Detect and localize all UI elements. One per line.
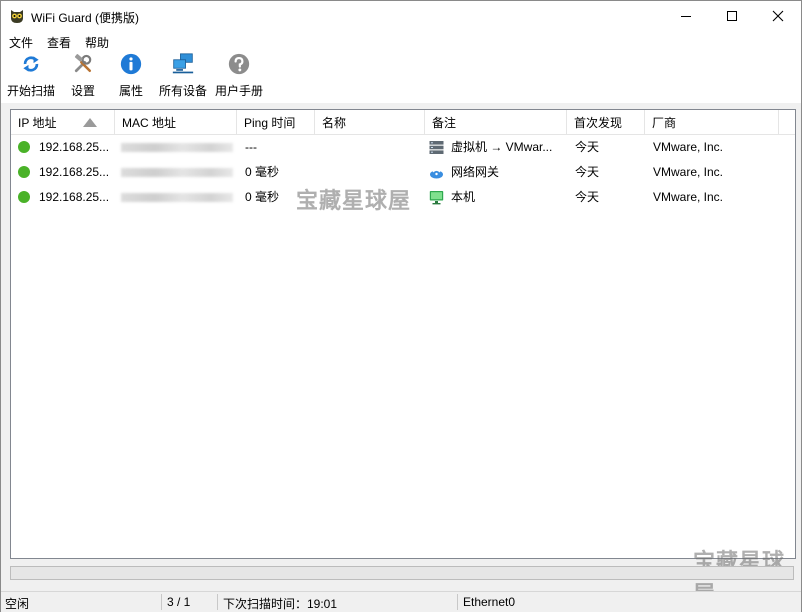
note-cell: 虚拟机 → VMwar...: [451, 140, 553, 154]
column-name-label: 名称: [322, 116, 347, 130]
first-seen-cell: 今天: [575, 165, 600, 179]
close-icon: [772, 10, 784, 22]
note-cell: 本机: [451, 190, 476, 204]
device-list-header: IP 地址 MAC 地址 Ping 时间 名称 备注 首次发现 厂商: [11, 110, 795, 135]
vendor-cell: VMware, Inc.: [653, 140, 724, 154]
status-separator: [161, 594, 162, 610]
menu-file[interactable]: 文件: [9, 34, 33, 51]
menu-view[interactable]: 查看: [47, 34, 71, 51]
ping-cell: ---: [245, 140, 257, 154]
start-scan-label: 开始扫描: [6, 84, 55, 98]
user-manual-button[interactable]: 用户手册: [213, 53, 265, 99]
properties-button[interactable]: 属性: [115, 53, 147, 99]
maximize-button[interactable]: [709, 1, 755, 31]
status-separator: [457, 594, 458, 610]
properties-label: 属性: [118, 84, 143, 98]
vendor-cell: VMware, Inc.: [653, 190, 724, 204]
scan-progress-bar: [10, 566, 794, 580]
column-note-label: 备注: [432, 116, 457, 130]
info-icon: [120, 53, 142, 75]
start-scan-button[interactable]: 开始扫描: [5, 53, 57, 99]
column-mac[interactable]: MAC 地址: [115, 110, 237, 134]
column-ping-label: Ping 时间: [244, 116, 296, 130]
column-name[interactable]: 名称: [315, 110, 425, 134]
user-manual-label: 用户手册: [214, 84, 263, 98]
mac-cell-redacted: [121, 168, 233, 177]
column-ip-label: IP 地址: [18, 116, 57, 130]
maximize-icon: [727, 11, 737, 21]
minimize-button[interactable]: [663, 1, 709, 31]
vendor-cell: VMware, Inc.: [653, 165, 724, 179]
column-ping[interactable]: Ping 时间: [237, 110, 315, 134]
server-icon: [429, 141, 444, 154]
ping-cell: 0 毫秒: [245, 165, 280, 179]
close-button[interactable]: [755, 1, 801, 31]
mac-cell-redacted: [121, 143, 233, 152]
column-first-seen-label: 首次发现: [574, 116, 623, 130]
column-ip[interactable]: IP 地址: [11, 110, 115, 134]
note-cell: 网络网关: [451, 165, 500, 179]
table-row[interactable]: 192.168.25... --- 虚拟机 → VMwar... 今天 VMwa…: [11, 135, 795, 160]
device-list[interactable]: IP 地址 MAC 地址 Ping 时间 名称 备注 首次发现 厂商 192.1…: [10, 109, 796, 559]
ip-cell: 192.168.25...: [39, 140, 110, 154]
first-seen-cell: 今天: [575, 190, 600, 204]
settings-label: 设置: [70, 84, 95, 98]
wifi-router-icon: [430, 169, 443, 179]
first-seen-cell: 今天: [575, 140, 600, 154]
monitor-icon: [429, 191, 444, 205]
column-mac-label: MAC 地址: [122, 116, 177, 130]
all-devices-label: 所有设备: [158, 84, 207, 98]
window-title: WiFi Guard (便携版): [31, 11, 140, 25]
all-devices-button[interactable]: 所有设备: [157, 53, 209, 99]
ip-cell: 192.168.25...: [39, 190, 110, 204]
mac-cell-redacted: [121, 193, 233, 202]
toolbar: 开始扫描 设置 属性 所有设备 用户手册: [1, 51, 801, 103]
status-device-count: 3 / 1: [167, 595, 191, 609]
status-bar: 空闲 3 / 1 下次扫描时间：19:01 Ethernet0: [1, 591, 801, 612]
online-status-icon: [18, 166, 30, 178]
status-separator: [217, 594, 218, 610]
column-vendor-label: 厂商: [652, 116, 677, 130]
column-vendor[interactable]: 厂商: [645, 110, 779, 134]
watermark-center: 宝藏星球屋: [296, 188, 412, 213]
help-icon: [228, 53, 250, 75]
status-state: 空闲: [5, 597, 30, 611]
column-first-seen[interactable]: 首次发现: [567, 110, 645, 134]
online-status-icon: [18, 191, 30, 203]
online-status-icon: [18, 141, 30, 153]
menu-help[interactable]: 帮助: [85, 34, 109, 51]
table-row[interactable]: 192.168.25... 0 毫秒 网络网关 今天 VMware, Inc.: [11, 160, 795, 185]
app-window: WiFi Guard (便携版) 文件 查看 帮助 开始扫描 设置 属性 所有设…: [0, 0, 802, 612]
tools-icon: [74, 54, 92, 73]
column-note[interactable]: 备注: [425, 110, 567, 134]
minimize-icon: [681, 16, 691, 17]
network-devices-icon: [172, 53, 194, 74]
ip-cell: 192.168.25...: [39, 165, 110, 179]
owl-icon: [11, 10, 23, 23]
status-next-scan: 下次扫描时间：19:01: [223, 597, 338, 611]
settings-button[interactable]: 设置: [65, 53, 101, 99]
status-adapter: Ethernet0: [463, 595, 516, 609]
refresh-scan-icon: [23, 56, 39, 72]
menu-bar: 文件 查看 帮助: [1, 31, 801, 51]
title-bar[interactable]: WiFi Guard (便携版): [1, 1, 801, 31]
sort-ascending-icon: [83, 118, 97, 127]
